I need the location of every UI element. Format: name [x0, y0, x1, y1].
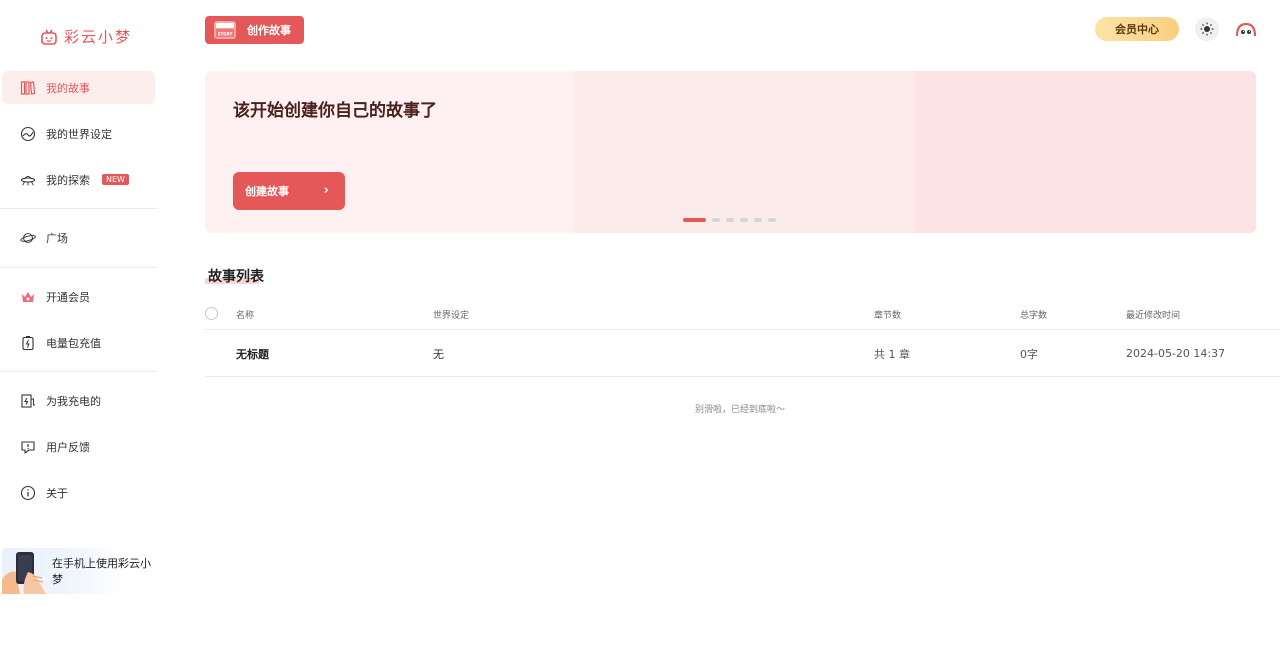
planet-icon: [20, 230, 36, 246]
sidebar-item-label: 开通会员: [46, 290, 90, 304]
banner-title: 该开始创建你自己的故事了: [233, 101, 437, 121]
globe-icon: [20, 126, 36, 142]
create-story-banner-button[interactable]: 创建故事 ›: [233, 172, 345, 210]
table-row[interactable]: 无标题 无 共 1 章 0字 2024-05-20 14:37: [205, 331, 1280, 377]
app-root: 彩云小梦 我的故事 我的世界设定 我的探索 NEW 广场 开通会员 电量包充值 …: [0, 0, 1280, 655]
sidebar-item-label: 电量包充值: [46, 336, 101, 350]
sidebar-item-recharge[interactable]: 电量包充值: [2, 326, 155, 359]
create-story-button[interactable]: STORY 创作故事: [205, 16, 304, 44]
column-header-name: 名称: [236, 311, 255, 321]
carousel-dot[interactable]: [712, 218, 720, 222]
sidebar-item-about[interactable]: 关于: [2, 476, 155, 509]
carousel-dot[interactable]: [768, 218, 776, 222]
user-avatar[interactable]: [1234, 18, 1258, 42]
story-book-text: STORY: [218, 32, 233, 37]
sidebar-item-world-settings[interactable]: 我的世界设定: [2, 117, 155, 150]
logo-text: 彩云小梦: [64, 28, 133, 46]
column-header-world: 世界设定: [433, 311, 470, 321]
banner-slide-preview: [914, 71, 1256, 233]
story-name[interactable]: 无标题: [236, 331, 269, 376]
create-story-label: 创作故事: [247, 24, 291, 37]
story-modified-time: 2024-05-20 14:37: [1126, 347, 1226, 360]
theme-toggle-button[interactable]: [1195, 17, 1219, 41]
column-header-modified: 最近修改时间: [1126, 311, 1181, 321]
member-center-button[interactable]: 会员中心: [1095, 17, 1179, 41]
books-icon: [20, 80, 36, 96]
story-word-count: 0字: [1020, 347, 1038, 361]
mobile-app-promo[interactable]: 在手机上使用彩云小梦: [2, 548, 157, 594]
sun-icon: [1200, 22, 1214, 36]
banner-slide-next: [574, 71, 914, 233]
promo-label: 在手机上使用彩云小梦: [52, 557, 151, 586]
sidebar-item-my-stories[interactable]: 我的故事: [2, 71, 155, 104]
banner-button-label: 创建故事: [245, 185, 289, 198]
sidebar-divider: [0, 371, 157, 372]
list-end-text: 别滑啦，已经到底啦～: [694, 405, 785, 415]
carousel-dot[interactable]: [740, 218, 748, 222]
select-all-radio[interactable]: [205, 307, 218, 320]
crown-icon: [20, 289, 36, 305]
ufo-icon: [20, 172, 36, 188]
sidebar-item-membership[interactable]: 开通会员: [2, 280, 155, 313]
sidebar-item-plaza[interactable]: 广场: [2, 221, 155, 254]
carousel-dot[interactable]: [754, 218, 762, 222]
sidebar-item-label: 用户反馈: [46, 440, 90, 454]
sidebar-item-label: 广场: [46, 231, 68, 245]
carousel-indicators: [683, 218, 776, 222]
info-icon: [20, 485, 36, 501]
story-list-title: 故事列表: [208, 269, 264, 285]
new-badge: NEW: [102, 174, 129, 185]
logo-icon: [41, 29, 57, 45]
sidebar-item-feedback[interactable]: 用户反馈: [2, 430, 155, 463]
sidebar-item-label: 我的探索: [46, 173, 90, 187]
carousel-dot[interactable]: [726, 218, 734, 222]
column-header-chapters: 章节数: [874, 311, 902, 321]
sidebar-divider: [0, 208, 157, 209]
sidebar-divider: [0, 267, 157, 268]
app-logo[interactable]: 彩云小梦: [40, 26, 132, 47]
sidebar-item-label: 关于: [46, 486, 68, 500]
banner-slide-current: 该开始创建你自己的故事了 创建故事 ›: [205, 71, 574, 233]
sidebar: 彩云小梦 我的故事 我的世界设定 我的探索 NEW 广场 开通会员 电量包充值 …: [0, 0, 157, 655]
story-book-icon: STORY: [214, 21, 236, 39]
phone-hand-icon: [2, 552, 46, 594]
hero-banner-carousel: 该开始创建你自己的故事了 创建故事 ›: [205, 71, 1256, 233]
battery-icon: [20, 335, 36, 351]
story-world: 无: [433, 347, 444, 361]
feedback-icon: [20, 439, 36, 455]
carousel-dot[interactable]: [683, 218, 706, 222]
chevron-right-icon: ›: [323, 183, 329, 198]
sidebar-item-label: 我的世界设定: [46, 127, 112, 141]
story-chapters: 共 1 章: [874, 347, 910, 361]
sidebar-item-label: 我的故事: [46, 81, 90, 95]
avatar-icon: [1235, 22, 1257, 37]
sidebar-item-explore[interactable]: 我的探索 NEW: [2, 163, 155, 196]
story-table-header: 名称 世界设定 章节数 总字数 最近修改时间: [205, 300, 1280, 330]
column-header-words: 总字数: [1020, 311, 1048, 321]
